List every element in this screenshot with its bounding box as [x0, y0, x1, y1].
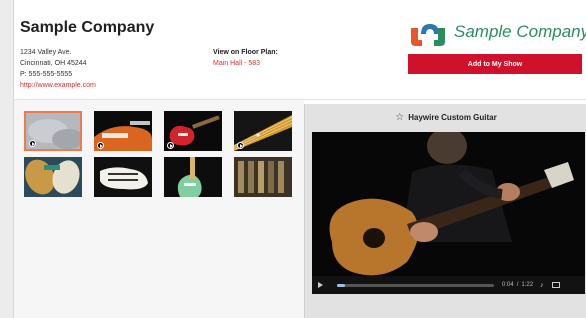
- company-name: Sample Company: [20, 19, 155, 36]
- video-badge-icon: [167, 142, 174, 149]
- fullscreen-icon[interactable]: [551, 282, 560, 288]
- add-to-my-show-button[interactable]: Add to My Show: [408, 54, 582, 74]
- video-controls: 0:04/1:22 ♪: [312, 276, 585, 294]
- duration: 1:22: [521, 282, 534, 288]
- floor-plan-info: View on Floor Plan: Main Hall - 583: [213, 47, 278, 69]
- progress-bar[interactable]: [337, 283, 494, 287]
- time-display: 0:04/1:22: [502, 282, 533, 288]
- logo-text: Sample Company: [454, 22, 586, 41]
- thumbnail-white-guitar-body[interactable]: [94, 157, 152, 197]
- address-line-2: Cincinnati, OH 45244: [20, 60, 87, 67]
- thumbnail-green-guitar[interactable]: [164, 157, 222, 197]
- current-time: 0:04: [502, 282, 514, 288]
- video-badge-icon: [29, 140, 36, 147]
- video-frame[interactable]: 0:04/1:22 ♪: [312, 132, 585, 294]
- thumbnail-gray-abstract[interactable]: [24, 111, 82, 151]
- left-edge-panel: [0, 0, 14, 318]
- thumbnail-red-guitar[interactable]: [164, 111, 222, 151]
- volume-icon[interactable]: ♪: [540, 282, 544, 289]
- play-icon[interactable]: [318, 282, 323, 288]
- video-title: ☆ Haywire Custom Guitar: [305, 112, 586, 123]
- logo-mark-icon: [411, 24, 445, 46]
- video-title-text: Haywire Custom Guitar: [408, 113, 497, 122]
- video-badge-icon: [97, 142, 104, 149]
- star-icon[interactable]: ☆: [395, 112, 404, 123]
- website-link[interactable]: http://www.example.com: [20, 80, 96, 91]
- phone-number: P: 555-555-5555: [20, 71, 73, 78]
- video-badge-icon: [237, 142, 244, 149]
- thumbnail-orange-guitar-closeup[interactable]: [94, 111, 152, 151]
- progress-fill: [337, 283, 345, 287]
- thumbnail-guitar-bodies-pattern[interactable]: [24, 157, 82, 197]
- guitarist-video-still: [312, 132, 585, 294]
- thumbnail-panel: [14, 100, 304, 318]
- floor-plan-link[interactable]: Main Hall - 583: [213, 58, 278, 69]
- company-logo: Sample Company: [408, 20, 586, 48]
- thumbnail-guitar-wall-display[interactable]: [234, 157, 292, 197]
- company-address: 1234 Valley Ave. Cincinnati, OH 45244 P:…: [20, 47, 96, 91]
- video-player-panel: ☆ Haywire Custom Guitar 0:04/1:22 ♪: [304, 104, 586, 318]
- address-line-1: 1234 Valley Ave.: [20, 49, 72, 56]
- time-separator: /: [516, 282, 519, 288]
- thumbnail-guitar-neck-strings[interactable]: [234, 111, 292, 151]
- floor-plan-label: View on Floor Plan:: [213, 49, 278, 56]
